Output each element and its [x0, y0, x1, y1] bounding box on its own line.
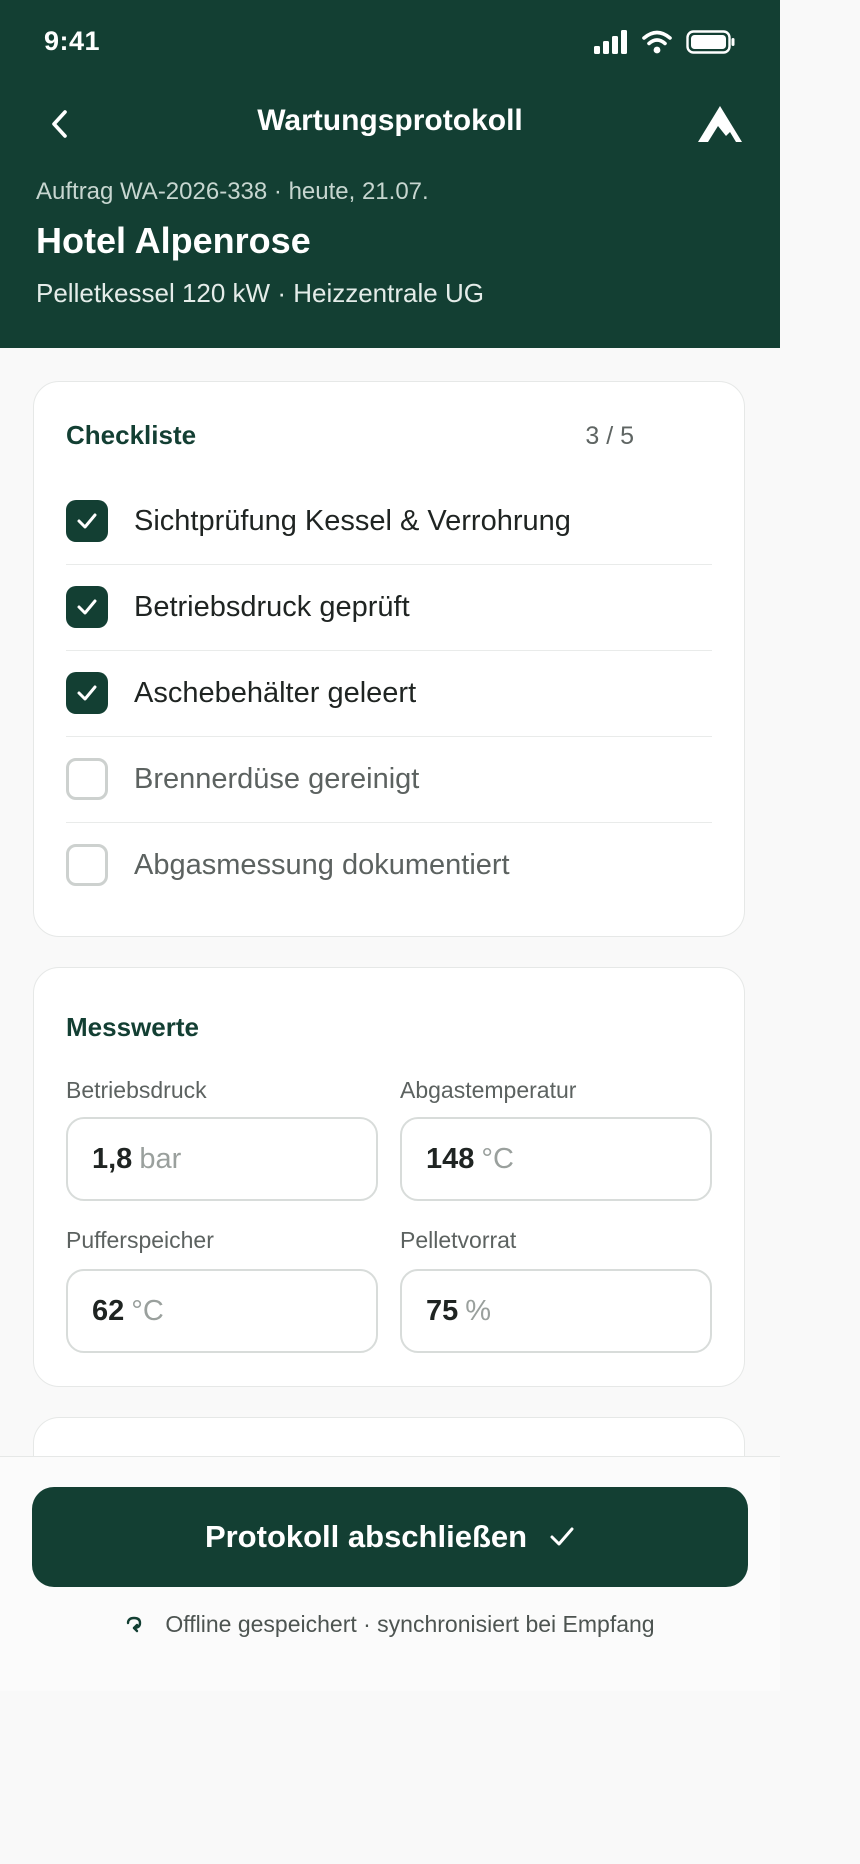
- checklist-item[interactable]: Betriebsdruck geprüft: [66, 564, 712, 651]
- checklist-item[interactable]: Brennerdüse gereinigt: [66, 736, 712, 823]
- pellet-stock-input[interactable]: 75 %: [400, 1269, 712, 1353]
- field-label: Abgastemperatur: [400, 1077, 577, 1103]
- checklist-progress: 3 / 5: [585, 422, 634, 450]
- field-unit: bar: [139, 1142, 182, 1175]
- checklist-item-label: Brennerdüse gereinigt: [134, 762, 420, 795]
- checkbox-checked[interactable]: [66, 672, 108, 714]
- wifi-icon: [642, 30, 672, 54]
- status-icons: [594, 30, 736, 54]
- field-unit: %: [465, 1294, 492, 1327]
- check-icon: [77, 685, 97, 701]
- checklist-title: Checkliste: [66, 420, 197, 450]
- field-value: 75: [426, 1294, 459, 1327]
- complete-protocol-button[interactable]: Protokoll abschließen: [32, 1487, 748, 1587]
- field-label: Pufferspeicher: [66, 1227, 214, 1253]
- signal-icon: [594, 30, 627, 54]
- device-info: Pelletkessel 120 kW · Heizzentrale UG: [36, 278, 484, 308]
- order-line: Auftrag WA-2026-338 · heute, 21.07.: [36, 178, 429, 205]
- field-unit: °C: [481, 1142, 514, 1175]
- bottom-action-bar: Protokoll abschließen Offline gespeicher…: [0, 1456, 780, 1691]
- offline-status: Offline gespeichert · synchronisiert bei…: [0, 1611, 780, 1638]
- check-icon: [77, 513, 97, 529]
- field-value: 1,8: [92, 1142, 133, 1175]
- checkbox-checked[interactable]: [66, 500, 108, 542]
- flue-gas-temperature-input[interactable]: 148 °C: [400, 1117, 712, 1201]
- app-screen: 9:41 Wartungsprotokoll Auftrag WA-2026-3…: [0, 0, 780, 1691]
- field-value: 148: [426, 1142, 475, 1175]
- status-time: 9:41: [44, 26, 101, 56]
- checklist-item-label: Abgasmessung dokumentiert: [134, 848, 510, 881]
- checklist-item-label: Sichtprüfung Kessel & Verrohrung: [134, 504, 571, 537]
- battery-icon: [686, 30, 735, 54]
- page-title: Wartungsprotokoll: [257, 104, 523, 137]
- measurements-title: Messwerte: [66, 1012, 199, 1042]
- field-value: 62: [92, 1294, 125, 1327]
- checklist-item[interactable]: Abgasmessung dokumentiert: [66, 822, 712, 908]
- buffer-tank-input[interactable]: 62 °C: [66, 1269, 378, 1353]
- customer-name: Hotel Alpenrose: [36, 220, 311, 261]
- field-unit: °C: [131, 1294, 164, 1327]
- field-label: Betriebsdruck: [66, 1077, 207, 1103]
- checkbox-unchecked[interactable]: [66, 758, 108, 800]
- sync-icon: [127, 1616, 142, 1632]
- checklist-item-label: Betriebsdruck geprüft: [134, 590, 410, 623]
- offline-note: Offline gespeichert · synchronisiert bei…: [165, 1611, 655, 1637]
- complete-protocol-label: Protokoll abschließen: [204, 1519, 528, 1554]
- checkbox-checked[interactable]: [66, 586, 108, 628]
- checklist-item-label: Aschebehälter geleert: [134, 676, 417, 709]
- header: 9:41 Wartungsprotokoll Auftrag WA-2026-3…: [0, 0, 780, 348]
- checklist-item[interactable]: Sichtprüfung Kessel & Verrohrung: [66, 478, 712, 565]
- checklist-item[interactable]: Aschebehälter geleert: [66, 650, 712, 737]
- checkbox-unchecked[interactable]: [66, 844, 108, 886]
- check-icon: [550, 1527, 574, 1546]
- field-label: Pelletvorrat: [400, 1227, 517, 1253]
- mountain-logo-icon: [698, 106, 742, 142]
- pressure-input[interactable]: 1,8 bar: [66, 1117, 378, 1201]
- check-icon: [77, 599, 97, 615]
